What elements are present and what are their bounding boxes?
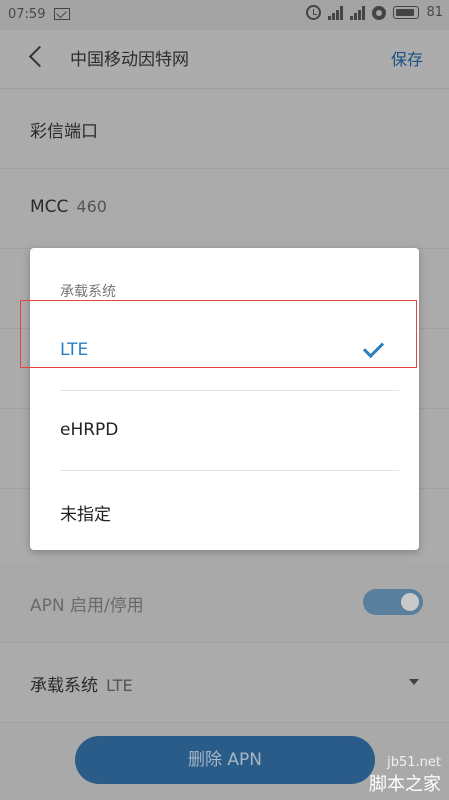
dnd-icon	[372, 5, 387, 20]
watermark-url: jb51.net	[387, 755, 441, 770]
bearer-label-text: 承载系统	[30, 676, 98, 696]
option-unspecified[interactable]: 未指定	[30, 470, 419, 550]
signal-icon	[350, 5, 366, 20]
option-label: LTE	[60, 340, 89, 360]
bearer-value: LTE	[106, 676, 133, 695]
alarm-icon	[306, 5, 322, 20]
page-title: 中国移动因特网	[70, 50, 189, 70]
mcc-value: 460	[76, 197, 107, 216]
apn-toggle-row: APN 启用/停用	[0, 563, 449, 643]
status-time: 07:59	[8, 7, 46, 22]
delete-apn-button[interactable]: 删除 APN	[75, 736, 375, 784]
battery-level: 81	[426, 5, 443, 20]
title-bar: 中国移动因特网 保存	[0, 30, 449, 89]
option-lte[interactable]: LTE	[30, 310, 419, 390]
dialog-title: 承载系统	[60, 284, 116, 300]
back-icon[interactable]	[28, 45, 51, 68]
save-button[interactable]: 保存	[391, 46, 423, 70]
option-label: 未指定	[60, 505, 111, 525]
mcc-label-text: MCC	[30, 197, 69, 217]
dropdown-arrow-icon	[409, 679, 419, 685]
option-ehrpd[interactable]: eHRPD	[30, 390, 419, 470]
message-icon	[54, 8, 70, 20]
mcc-row[interactable]: MCC 460	[0, 169, 449, 249]
bearer-row[interactable]: 承载系统 LTE	[0, 643, 449, 723]
status-bar: 07:59 81	[0, 0, 449, 30]
mms-port-row[interactable]: 彩信端口	[0, 89, 449, 169]
toggle-knob	[401, 593, 419, 611]
mms-port-label: 彩信端口	[30, 122, 98, 142]
option-label: eHRPD	[60, 420, 119, 440]
battery-icon	[393, 6, 420, 19]
apn-toggle-switch[interactable]	[363, 589, 423, 615]
status-icons: 81	[306, 5, 443, 20]
mcc-label: MCC 460	[30, 197, 107, 217]
watermark: jb51.net 脚本之家	[369, 755, 441, 796]
bearer-dialog: 承载系统 LTE eHRPD 未指定	[30, 248, 419, 550]
watermark-name: 脚本之家	[369, 774, 441, 795]
signal-icon	[328, 5, 344, 20]
apn-toggle-label: APN 启用/停用	[30, 596, 144, 616]
check-icon	[362, 336, 385, 359]
bearer-label: 承载系统 LTE	[30, 671, 133, 696]
